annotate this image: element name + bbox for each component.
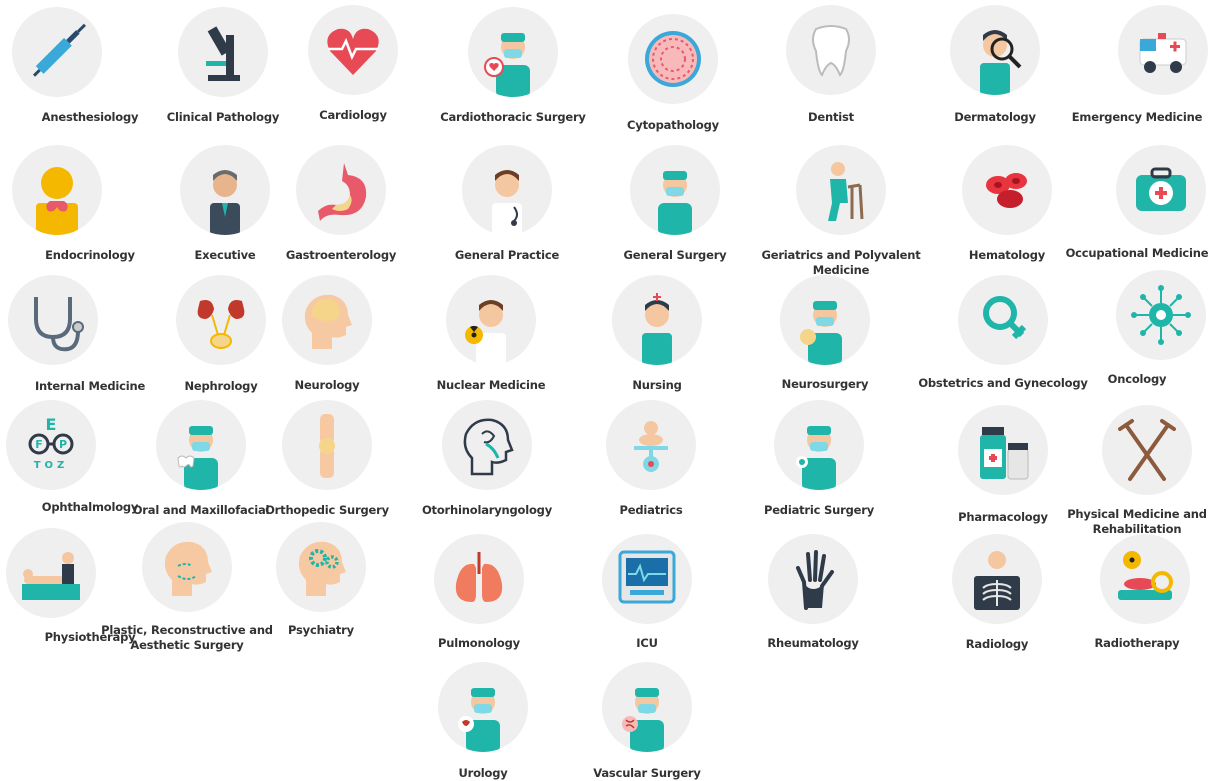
specialty-label-dentist[interactable]: Dentist (741, 110, 921, 125)
lungs-icon[interactable] (434, 534, 524, 624)
specialty-label-radiotherapy[interactable]: Radiotherapy (1047, 636, 1227, 651)
massage-table-icon[interactable] (6, 528, 96, 618)
hand-xray-icon[interactable] (768, 534, 858, 624)
doctor-icon[interactable] (462, 145, 552, 235)
specialty-label-gastroenterology[interactable]: Gastroenterology (251, 248, 431, 263)
svg-text:P: P (59, 438, 67, 451)
specialty-label-vascular-surgery[interactable]: Vascular Surgery (557, 766, 737, 781)
specialty-label-cytopathology[interactable]: Cytopathology (583, 118, 763, 133)
specialty-label-urology[interactable]: Urology (393, 766, 573, 781)
ent-head-icon[interactable] (442, 400, 532, 490)
specialty-label-otorhinolaryngology[interactable]: Otorhinolaryngology (397, 503, 577, 518)
svg-text:F: F (35, 438, 43, 451)
specialty-label-neurosurgery[interactable]: Neurosurgery (735, 377, 915, 392)
knee-joint-icon[interactable] (282, 400, 372, 490)
specialty-label-icu[interactable]: ICU (557, 636, 737, 651)
specialty-label-oncology[interactable]: Oncology (1047, 372, 1227, 387)
surgeon-icon[interactable] (630, 145, 720, 235)
specialty-label-general-surgery[interactable]: General Surgery (585, 248, 765, 263)
stomach-icon[interactable] (296, 145, 386, 235)
specialty-label-general-practice[interactable]: General Practice (417, 248, 597, 263)
crutches-icon[interactable] (1102, 405, 1192, 495)
surgeon-baby-icon[interactable] (774, 400, 864, 490)
specialty-label-cardiology[interactable]: Cardiology (263, 108, 443, 123)
female-symbol-icon[interactable] (958, 275, 1048, 365)
specialty-label-physical-medicine-and-rehabilitation[interactable]: Physical Medicine and Rehabilitation (1047, 507, 1227, 537)
svg-text:E: E (46, 415, 57, 434)
tooth-icon[interactable] (786, 5, 876, 95)
svg-text:TOZ: TOZ (34, 460, 69, 471)
heart-icon[interactable] (308, 5, 398, 95)
eye-chart-icon[interactable]: E F P TOZ (6, 400, 96, 490)
elderly-walker-icon[interactable] (796, 145, 886, 235)
specialty-label-cardiothoracic-surgery[interactable]: Cardiothoracic Surgery (423, 110, 603, 125)
kidneys-icon[interactable] (176, 275, 266, 365)
specialty-label-pediatrics[interactable]: Pediatrics (561, 503, 741, 518)
blood-cells-icon[interactable] (962, 145, 1052, 235)
surgeon-brain-icon[interactable] (780, 275, 870, 365)
specialty-label-nursing[interactable]: Nursing (567, 378, 747, 393)
specialty-label-orthopedic-surgery[interactable]: Orthopedic Surgery (237, 503, 417, 518)
cancer-cell-icon[interactable] (1116, 270, 1206, 360)
face-marking-icon[interactable] (142, 522, 232, 612)
ambulance-icon[interactable] (1118, 5, 1208, 95)
chest-xray-icon[interactable] (952, 534, 1042, 624)
surgeon-bladder-icon[interactable] (438, 662, 528, 752)
radiation-bed-icon[interactable] (1100, 534, 1190, 624)
skin-magnifier-icon[interactable] (950, 5, 1040, 95)
specialty-label-geriatrics-and-polyvalent-medicine[interactable]: Geriatrics and Polyvalent Medicine (751, 248, 931, 278)
specialty-label-occupational-medicine[interactable]: Occupational Medicine (1047, 246, 1227, 261)
specialty-label-pediatric-surgery[interactable]: Pediatric Surgery (729, 503, 909, 518)
specialty-label-pulmonology[interactable]: Pulmonology (389, 636, 569, 651)
specialty-label-psychiatry[interactable]: Psychiatry (231, 623, 411, 638)
head-gears-icon[interactable] (276, 522, 366, 612)
businessman-icon[interactable] (180, 145, 270, 235)
specialty-label-neurology[interactable]: Neurology (237, 378, 417, 393)
syringe-icon[interactable] (12, 7, 102, 97)
specialty-label-rheumatology[interactable]: Rheumatology (723, 636, 903, 651)
surgeon-teeth-icon[interactable] (156, 400, 246, 490)
thyroid-icon[interactable] (12, 145, 102, 235)
medicine-bottles-icon[interactable] (958, 405, 1048, 495)
doctor-radiation-icon[interactable] (446, 275, 536, 365)
specialty-label-nuclear-medicine[interactable]: Nuclear Medicine (401, 378, 581, 393)
patient-monitor-icon[interactable] (602, 534, 692, 624)
stethoscope-icon[interactable] (8, 275, 98, 365)
baby-scale-icon[interactable] (606, 400, 696, 490)
surgeon-heart-icon[interactable] (468, 7, 558, 97)
microscope-icon[interactable] (178, 7, 268, 97)
specialty-label-emergency-medicine[interactable]: Emergency Medicine (1047, 110, 1227, 125)
cell-icon[interactable] (628, 14, 718, 104)
surgeon-vessels-icon[interactable] (602, 662, 692, 752)
first-aid-kit-icon[interactable] (1116, 145, 1206, 235)
head-brain-icon[interactable] (282, 275, 372, 365)
nurse-icon[interactable] (612, 275, 702, 365)
